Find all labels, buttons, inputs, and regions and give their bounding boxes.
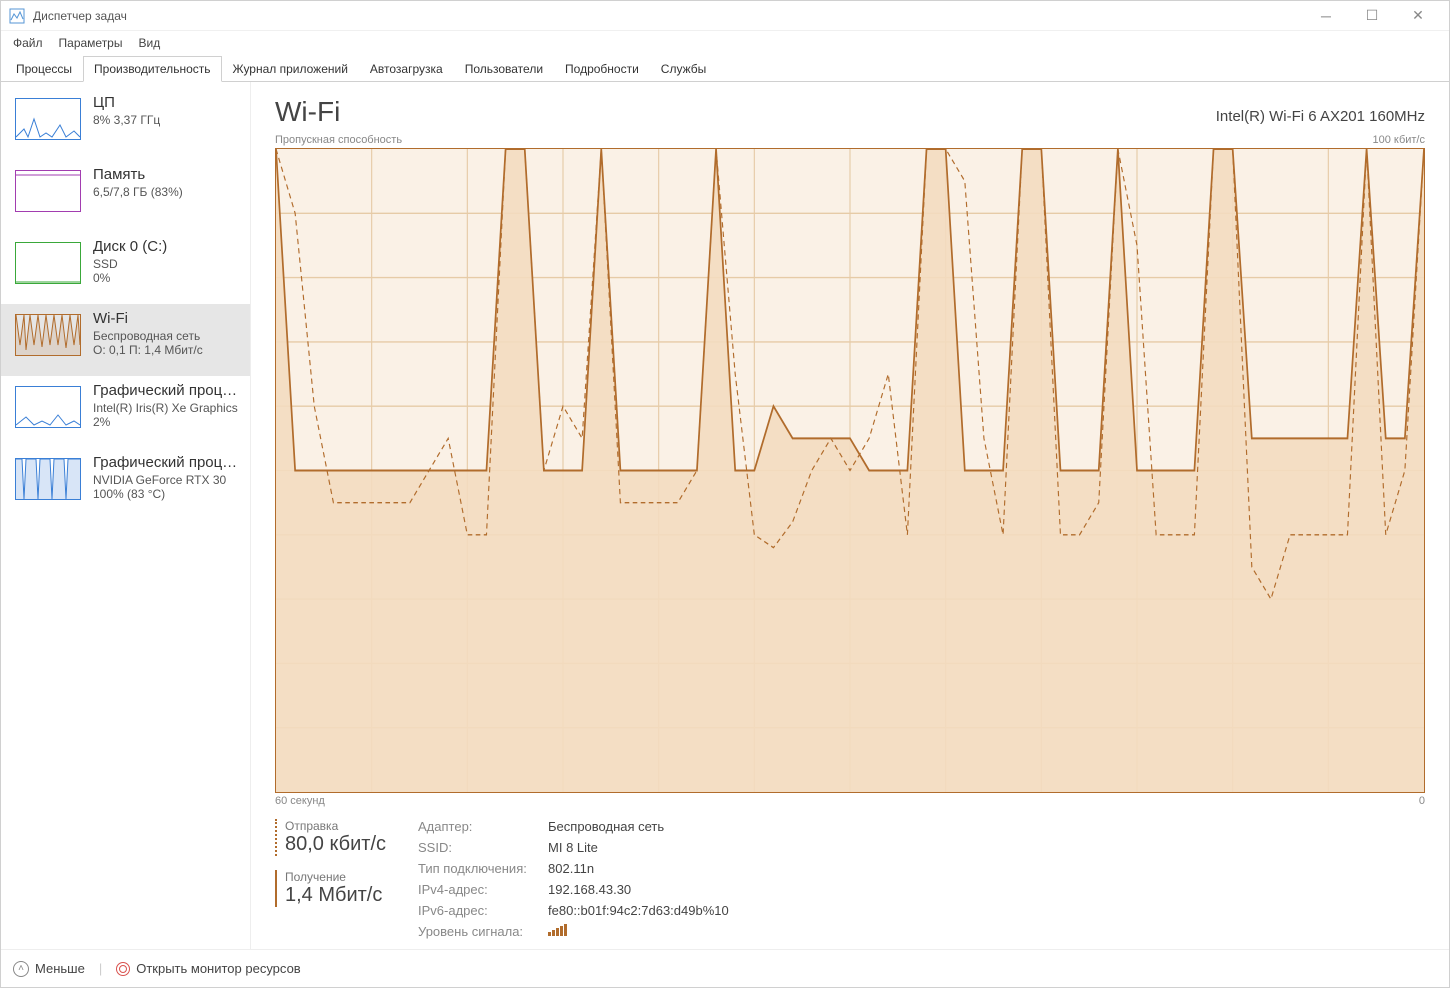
page-title: Wi-Fi xyxy=(275,96,340,128)
sidebar-item-3[interactable]: Wi-Fi Беспроводная сетьО: 0,1 П: 1,4 Мбит… xyxy=(1,304,250,376)
sidebar-item-sub: NVIDIA GeForce RTX 30 xyxy=(93,473,238,487)
stats-column: Отправка 80,0 кбит/с Получение 1,4 Мбит/… xyxy=(275,819,386,939)
prop-conntype-value: 802.11n xyxy=(548,861,729,876)
window-title: Диспетчер задач xyxy=(33,9,127,23)
tab-app-history[interactable]: Журнал приложений xyxy=(222,56,359,82)
fewer-details-label: Меньше xyxy=(35,961,85,976)
sidebar-thumb xyxy=(15,314,81,356)
footer-divider: | xyxy=(99,961,102,976)
app-icon xyxy=(9,8,25,24)
sidebar-thumb xyxy=(15,242,81,284)
stat-recv-value: 1,4 Мбит/с xyxy=(285,884,386,907)
tab-details[interactable]: Подробности xyxy=(554,56,650,82)
main-panel: Wi-Fi Intel(R) Wi-Fi 6 AX201 160MHz Проп… xyxy=(251,82,1449,949)
sidebar-item-title: ЦП xyxy=(93,94,238,111)
menu-file[interactable]: Файл xyxy=(5,34,51,52)
prop-ipv6-label: IPv6-адрес: xyxy=(418,903,548,918)
sidebar-item-info: Память 6,5/7,8 ГБ (83%) xyxy=(93,166,238,199)
sidebar-item-4[interactable]: Графический процессор 0 Intel(R) Iris(R) … xyxy=(1,376,250,448)
props-column: Адаптер: Беспроводная сеть SSID: MI 8 Li… xyxy=(418,819,729,939)
stat-send-label: Отправка xyxy=(285,819,386,833)
sidebar-item-sub: SSD xyxy=(93,257,238,271)
sidebar-item-title: Графический процессор 0 xyxy=(93,382,238,399)
sidebar-item-info: Графический процессор 0 Intel(R) Iris(R) … xyxy=(93,382,238,429)
minimize-button[interactable]: ─ xyxy=(1303,1,1349,31)
sidebar-item-2[interactable]: Диск 0 (C:) SSD0% xyxy=(1,232,250,304)
prop-ipv4-value: 192.168.43.30 xyxy=(548,882,729,897)
sidebar-item-title: Диск 0 (C:) xyxy=(93,238,238,255)
stat-recv: Получение 1,4 Мбит/с xyxy=(275,870,386,907)
resource-monitor-icon xyxy=(116,962,130,976)
sidebar-item-info: Wi-Fi Беспроводная сетьО: 0,1 П: 1,4 Мбит… xyxy=(93,310,238,357)
sidebar-item-0[interactable]: ЦП 8% 3,37 ГГц xyxy=(1,88,250,160)
fewer-details-button[interactable]: ˄ Меньше xyxy=(13,961,85,977)
menu-view[interactable]: Вид xyxy=(130,34,168,52)
sidebar-item-sub: О: 0,1 П: 1,4 Мбит/с xyxy=(93,343,238,357)
adapter-name: Intel(R) Wi-Fi 6 AX201 160MHz xyxy=(1216,108,1425,125)
sidebar-item-title: Графический процессор 1 xyxy=(93,454,238,471)
window-controls: ─ ☐ ✕ xyxy=(1303,1,1441,31)
sidebar-item-sub: 6,5/7,8 ГБ (83%) xyxy=(93,185,238,199)
prop-ipv4-label: IPv4-адрес: xyxy=(418,882,548,897)
sidebar-item-info: ЦП 8% 3,37 ГГц xyxy=(93,94,238,127)
prop-signal-value xyxy=(548,924,729,939)
sidebar-thumb xyxy=(15,458,81,500)
sidebar-item-sub: 0% xyxy=(93,271,238,285)
tab-performance[interactable]: Производительность xyxy=(83,56,221,82)
prop-ssid-value: MI 8 Lite xyxy=(548,840,729,855)
menubar: Файл Параметры Вид xyxy=(1,31,1449,55)
stat-send: Отправка 80,0 кбит/с xyxy=(275,819,386,856)
sidebar-item-sub: Беспроводная сеть xyxy=(93,329,238,343)
sidebar-item-title: Память xyxy=(93,166,238,183)
stat-recv-label: Получение xyxy=(285,870,386,884)
sidebar-thumb xyxy=(15,386,81,428)
chevron-up-icon: ˄ xyxy=(13,961,29,977)
titlebar: Диспетчер задач ─ ☐ ✕ xyxy=(1,1,1449,31)
prop-ipv6-value: fe80::b01f:94c2:7d63:d49b%10 xyxy=(548,903,729,918)
signal-bars-icon xyxy=(548,924,567,936)
sidebar-item-sub: Intel(R) Iris(R) Xe Graphics xyxy=(93,401,238,415)
maximize-button[interactable]: ☐ xyxy=(1349,1,1395,31)
sidebar-item-info: Графический процессор 1 NVIDIA GeForce RT… xyxy=(93,454,238,501)
sidebar-item-1[interactable]: Память 6,5/7,8 ГБ (83%) xyxy=(1,160,250,232)
tab-startup[interactable]: Автозагрузка xyxy=(359,56,454,82)
tab-processes[interactable]: Процессы xyxy=(5,56,83,82)
sidebar-item-sub: 100% (83 °C) xyxy=(93,487,238,501)
resource-monitor-label: Открыть монитор ресурсов xyxy=(136,961,300,976)
tab-users[interactable]: Пользователи xyxy=(454,56,554,82)
tabbar: Процессы Производительность Журнал прило… xyxy=(1,55,1449,82)
prop-adapter-value: Беспроводная сеть xyxy=(548,819,729,834)
chart-label-scale: 100 кбит/с xyxy=(1372,134,1425,146)
stat-send-value: 80,0 кбит/с xyxy=(285,833,386,856)
chart-label-x-end: 0 xyxy=(1419,795,1425,807)
sidebar-item-sub: 8% 3,37 ГГц xyxy=(93,113,238,127)
chart-label-x-start: 60 секунд xyxy=(275,795,325,807)
prop-adapter-label: Адаптер: xyxy=(418,819,548,834)
close-button[interactable]: ✕ xyxy=(1395,1,1441,31)
chart-label-throughput: Пропускная способность xyxy=(275,134,402,146)
sidebar-item-sub: 2% xyxy=(93,415,238,429)
footer: ˄ Меньше | Открыть монитор ресурсов xyxy=(1,949,1449,987)
prop-conntype-label: Тип подключения: xyxy=(418,861,548,876)
open-resource-monitor-link[interactable]: Открыть монитор ресурсов xyxy=(116,961,300,976)
chart-area xyxy=(275,148,1425,793)
sidebar-item-title: Wi-Fi xyxy=(93,310,238,327)
tab-services[interactable]: Службы xyxy=(650,56,717,82)
sidebar-item-5[interactable]: Графический процессор 1 NVIDIA GeForce RT… xyxy=(1,448,250,520)
sidebar-thumb xyxy=(15,170,81,212)
sidebar: ЦП 8% 3,37 ГГц Память 6,5/7,8 ГБ (83%) Диск … xyxy=(1,82,251,949)
sidebar-thumb xyxy=(15,98,81,140)
prop-ssid-label: SSID: xyxy=(418,840,548,855)
menu-options[interactable]: Параметры xyxy=(51,34,131,52)
prop-signal-label: Уровень сигнала: xyxy=(418,924,548,939)
sidebar-item-info: Диск 0 (C:) SSD0% xyxy=(93,238,238,285)
